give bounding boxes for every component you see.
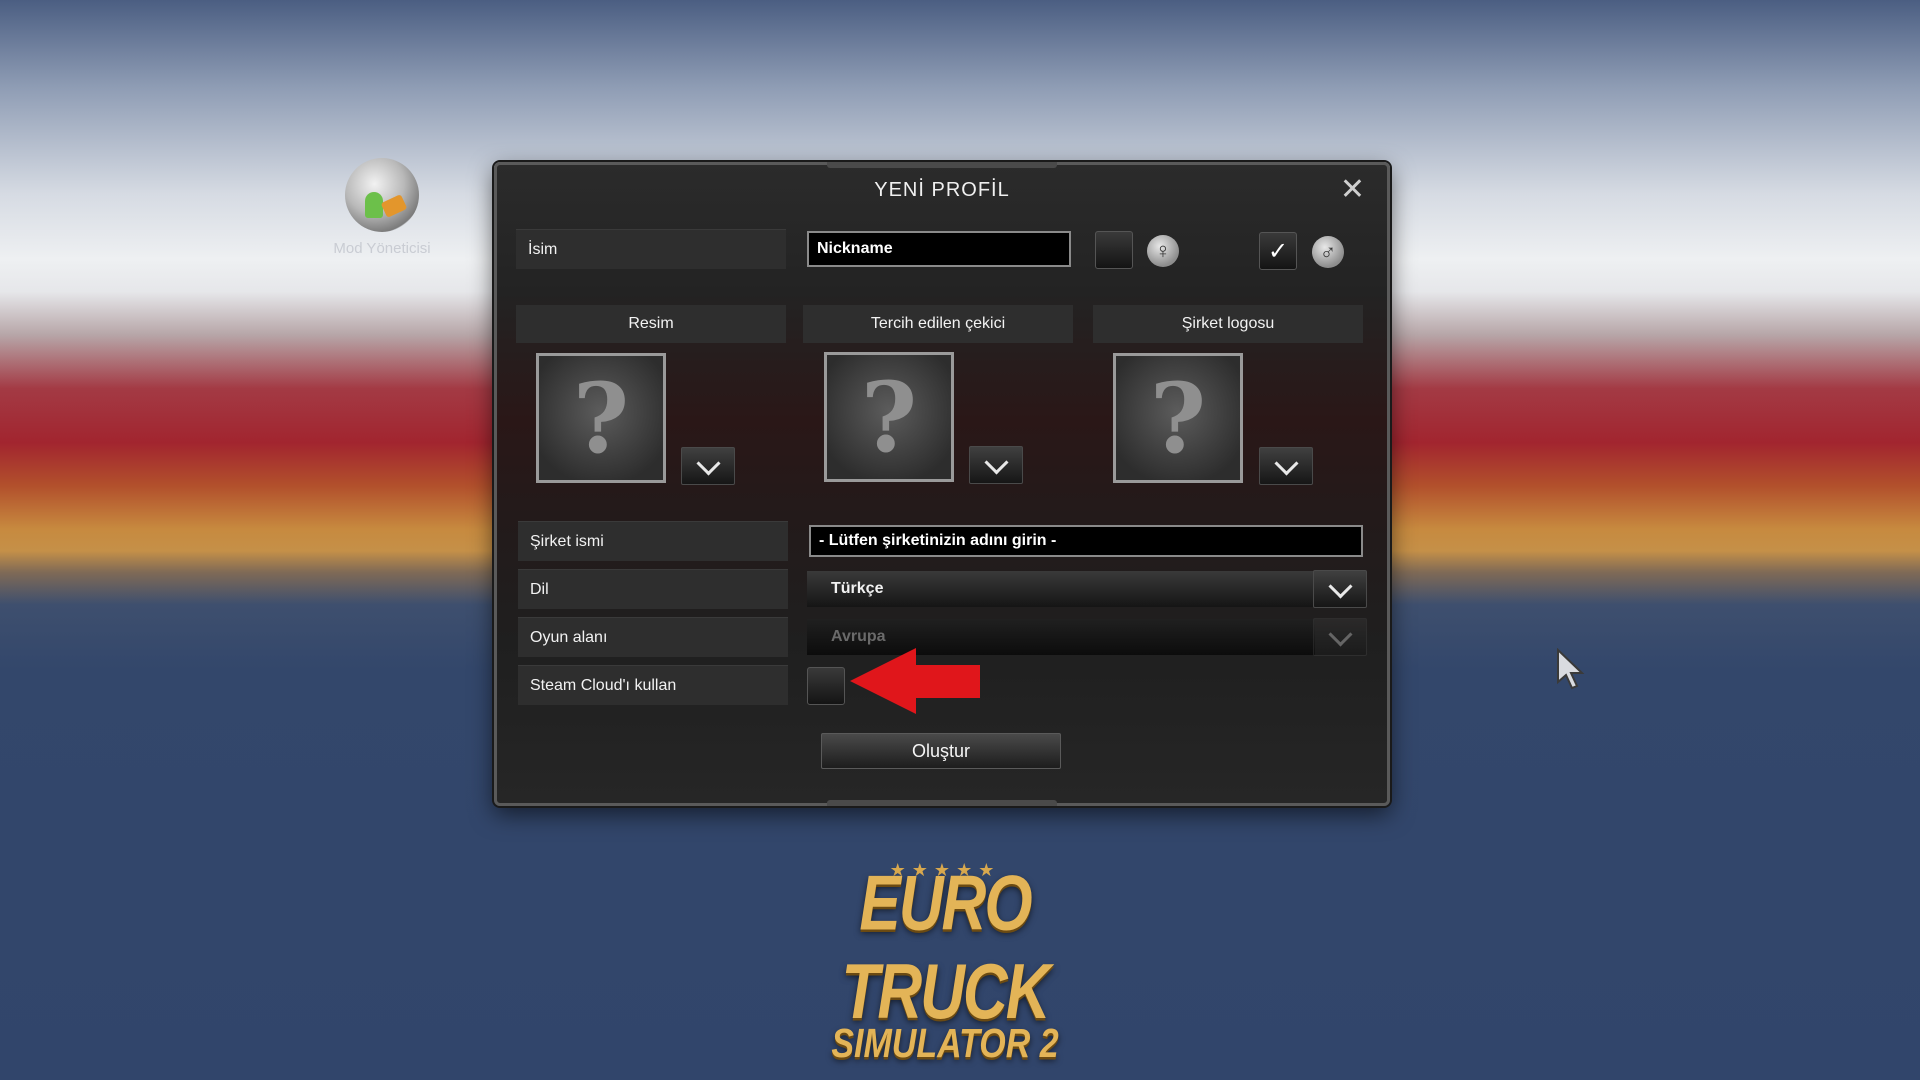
name-input[interactable]: Nickname <box>807 231 1071 267</box>
truck-header: Tercih edilen çekici <box>803 305 1073 343</box>
steam-cloud-label: Steam Cloud'ı kullan <box>518 665 788 705</box>
language-dropdown-button[interactable] <box>1313 570 1367 608</box>
mouse-cursor-icon <box>1557 648 1585 690</box>
steam-cloud-checkbox[interactable] <box>807 667 845 705</box>
mod-manager-label: Mod Yöneticisi <box>333 240 431 257</box>
dialog-title: YENİ PROFİL <box>874 179 1010 201</box>
game-area-dropdown-button <box>1313 618 1367 656</box>
mod-manager-shortcut[interactable]: Mod Yöneticisi <box>330 158 434 257</box>
logo-line1: EURO TRUCK <box>841 860 1051 1036</box>
create-button[interactable]: Oluştur <box>821 733 1061 769</box>
chevron-down-icon <box>695 450 721 476</box>
dialog-top-tab <box>827 162 1057 168</box>
name-label: İsim <box>516 229 786 269</box>
company-logo-header: Şirket logosu <box>1093 305 1363 343</box>
company-name-label: Şirket ismi <box>518 521 788 561</box>
mod-manager-icon <box>345 158 419 232</box>
company-logo-placeholder[interactable]: ? <box>1113 353 1243 483</box>
annotation-arrow <box>850 648 980 714</box>
dialog-bottom-tab <box>827 800 1057 806</box>
company-logo-dropdown-button[interactable] <box>1259 447 1313 485</box>
company-name-input[interactable]: - Lütfen şirketinizin adını girin - <box>809 525 1363 557</box>
language-select[interactable]: Türkçe <box>807 571 1315 607</box>
picture-header: Resim <box>516 305 786 343</box>
male-checkbox[interactable]: ✓ <box>1259 232 1297 270</box>
logo-line2: SIMULATOR 2 <box>831 1021 1059 1067</box>
game-logo: ★★★★★ EURO TRUCK SIMULATOR 2 <box>800 860 1090 1067</box>
female-icon: ♀ <box>1147 235 1179 267</box>
picture-placeholder[interactable]: ? <box>536 353 666 483</box>
game-area-label: Oyun alanı <box>518 617 788 657</box>
close-icon[interactable]: ✕ <box>1340 175 1365 205</box>
truck-dropdown-button[interactable] <box>969 446 1023 484</box>
language-label: Dil <box>518 569 788 609</box>
chevron-down-icon <box>1327 621 1353 647</box>
chevron-down-icon <box>1327 573 1353 599</box>
picture-dropdown-button[interactable] <box>681 447 735 485</box>
chevron-down-icon <box>983 449 1009 475</box>
truck-placeholder[interactable]: ? <box>824 352 954 482</box>
female-checkbox[interactable] <box>1095 231 1133 269</box>
male-icon: ♂ <box>1312 236 1344 268</box>
chevron-down-icon <box>1273 450 1299 476</box>
